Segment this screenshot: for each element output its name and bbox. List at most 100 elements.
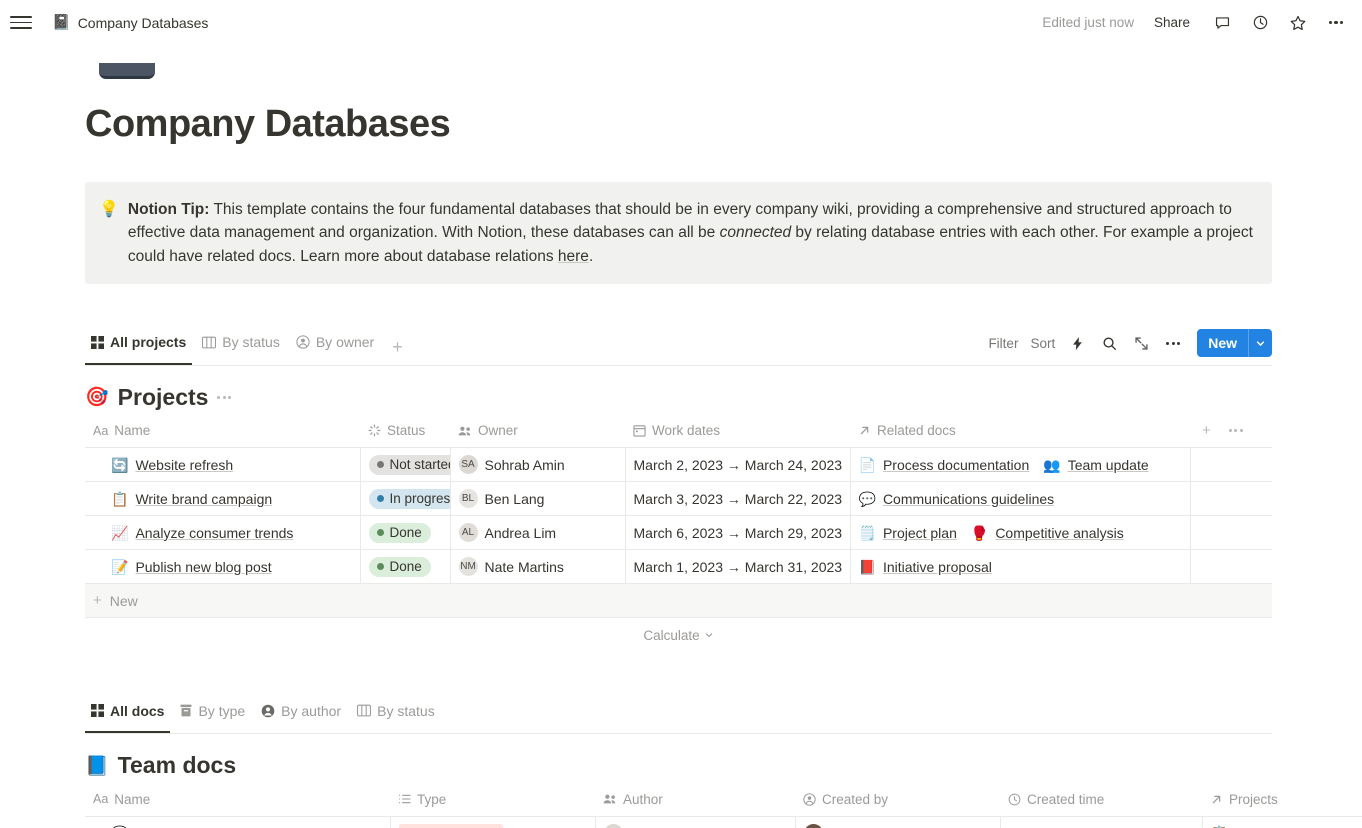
callout-link[interactable]: here — [558, 248, 589, 265]
tab-by-status[interactable]: By status — [196, 328, 286, 365]
share-button[interactable]: Share — [1148, 12, 1196, 33]
avatar: AL — [458, 523, 478, 543]
lightning-icon[interactable] — [1067, 333, 1087, 353]
add-column-icon[interactable]: + — [1202, 422, 1211, 439]
cell-work-dates[interactable]: March 6, 2023 → March 29, 2023 — [625, 515, 851, 551]
page-icon-container — [85, 45, 1362, 79]
column-header-work-dates[interactable]: Work dates — [625, 414, 850, 449]
new-button[interactable]: New — [1197, 329, 1272, 358]
tab-by-type[interactable]: By type — [174, 696, 251, 733]
projects-view-bar: All projects By status By owner + Filter… — [85, 328, 1272, 366]
docs-table-body: 💬 Communications guidelines Documentatio… — [85, 816, 1362, 828]
callout-lead: Notion Tip: — [127, 201, 210, 218]
cell-related-docs[interactable]: 🗒️ Project plan 🥊 Competitive analysis — [850, 515, 1191, 551]
row-icon: 📈 — [111, 524, 129, 541]
cell-author[interactable]: SA Sohrab Amin — [595, 816, 796, 828]
history-icon[interactable] — [1248, 11, 1272, 35]
tab-all-docs[interactable]: All docs — [85, 696, 170, 733]
projects-db-title[interactable]: 🎯 Projects — [85, 384, 1362, 411]
tab-by-author[interactable]: By author — [255, 696, 347, 733]
cell-work-dates[interactable]: March 1, 2023 → March 31, 2023 — [625, 549, 851, 585]
cell-related-docs[interactable]: 📄 Process documentation 👥 Team update — [850, 447, 1191, 483]
cell-work-dates[interactable]: March 3, 2023 → March 22, 2023 — [625, 481, 851, 517]
filter-button[interactable]: Filter — [988, 336, 1018, 351]
cell-related-docs[interactable]: 💬 Communications guidelines — [850, 481, 1191, 517]
docs-view-tabs: All docs By type By author By status — [85, 696, 441, 733]
column-header-status[interactable]: Status — [360, 414, 450, 449]
cell-projects[interactable]: 📋 Write brand campaign — [1202, 816, 1362, 828]
tab-by-owner[interactable]: By owner — [290, 328, 380, 365]
calculate-button[interactable]: Calculate — [643, 628, 713, 643]
cell-work-dates[interactable]: March 2, 2023 → March 24, 2023 — [625, 447, 851, 483]
search-icon[interactable] — [1099, 333, 1119, 353]
related-doc-link[interactable]: Project plan — [883, 525, 957, 541]
cell-name[interactable]: 🔄 Website refresh — [85, 447, 361, 483]
cell-name[interactable]: 📈 Analyze consumer trends — [85, 515, 361, 551]
column-header-name[interactable]: Aa Name — [85, 783, 390, 817]
cell-name[interactable]: 📋 Write brand campaign — [85, 481, 361, 517]
projects-calculate-row: Calculate — [85, 618, 1272, 652]
project-name-link[interactable]: Analyze consumer trends — [135, 525, 293, 541]
add-view-button[interactable]: + — [384, 337, 411, 365]
type-badge: Documentation — [398, 823, 504, 828]
column-header-projects[interactable]: Projects — [1202, 783, 1362, 817]
tab-label: By type — [198, 702, 246, 719]
projects-more-icon[interactable] — [217, 395, 232, 399]
cell-status[interactable]: Done — [360, 549, 451, 585]
column-header-created-time[interactable]: Created time — [1000, 783, 1202, 817]
project-name-link[interactable]: Write brand campaign — [135, 491, 272, 507]
cell-owner[interactable]: NM Nate Martins — [450, 549, 626, 585]
docs-db-title[interactable]: 📘 Team docs — [85, 752, 1362, 779]
cell-status[interactable]: Not started — [360, 447, 451, 483]
avatar: NM — [458, 557, 478, 577]
project-name-link[interactable]: Publish new blog post — [135, 559, 271, 575]
column-header-created-by[interactable]: Created by — [795, 783, 1000, 817]
star-icon[interactable] — [1286, 11, 1310, 35]
tab-by-status[interactable]: By status — [351, 696, 441, 733]
related-doc-link[interactable]: Communications guidelines — [883, 491, 1054, 507]
sort-button[interactable]: Sort — [1030, 336, 1055, 351]
table-more-icon[interactable] — [1228, 429, 1243, 432]
cell-name[interactable]: 💬 Communications guidelines — [85, 816, 391, 828]
cell-empty — [1190, 515, 1272, 551]
column-header-author[interactable]: Author — [595, 783, 795, 817]
comment-icon[interactable] — [1210, 11, 1234, 35]
doc-icon: 🗒️ — [858, 524, 876, 541]
table-row[interactable]: 📋 Write brand campaign In progress BL Be… — [85, 481, 1272, 517]
related-doc-link[interactable]: Team update — [1068, 457, 1149, 473]
related-doc-link[interactable]: Competitive analysis — [995, 525, 1123, 541]
column-header-name[interactable]: Aa Name — [85, 414, 360, 449]
column-header-owner[interactable]: Owner — [450, 414, 625, 449]
expand-icon[interactable] — [1131, 333, 1151, 353]
column-header-related-docs[interactable]: Related docs — [850, 414, 1190, 449]
cell-owner[interactable]: SA Sohrab Amin — [450, 447, 626, 483]
table-row[interactable]: 📝 Publish new blog post Done NM Nate Mar… — [85, 549, 1272, 585]
cell-status[interactable]: In progress — [360, 481, 451, 517]
cell-related-docs[interactable]: 📕 Initiative proposal — [850, 549, 1191, 585]
projects-new-row-button[interactable]: + New — [85, 584, 1272, 619]
chevron-down-icon[interactable] — [1248, 329, 1272, 358]
status-icon — [368, 424, 381, 437]
breadcrumb[interactable]: 📓 Company Databases — [46, 12, 214, 34]
page-emoji-icon[interactable] — [99, 63, 155, 79]
cell-name[interactable]: 📝 Publish new blog post — [85, 549, 361, 585]
cell-owner[interactable]: AL Andrea Lim — [450, 515, 626, 551]
related-doc-link[interactable]: Process documentation — [883, 457, 1029, 473]
table-row[interactable]: 💬 Communications guidelines Documentatio… — [85, 816, 1362, 828]
cell-status[interactable]: Done — [360, 515, 451, 551]
more-icon[interactable] — [1163, 333, 1183, 353]
more-icon[interactable] — [1324, 11, 1348, 35]
hamburger-icon[interactable] — [10, 12, 32, 34]
chevron-down-icon — [704, 628, 714, 643]
date-range: March 2, 2023 → March 24, 2023 — [633, 456, 843, 473]
tab-all-projects[interactable]: All projects — [85, 328, 192, 365]
related-doc-link[interactable]: Initiative proposal — [883, 559, 992, 575]
table-row[interactable]: 📈 Analyze consumer trends Done AL Andrea… — [85, 515, 1272, 551]
project-name-link[interactable]: Website refresh — [135, 457, 233, 473]
table-row[interactable]: 🔄 Website refresh Not started SA Sohrab … — [85, 447, 1272, 483]
status-badge: Done — [368, 556, 431, 577]
column-header-type[interactable]: Type — [390, 783, 595, 817]
projects-view-tabs: All projects By status By owner + — [85, 328, 411, 365]
cell-type[interactable]: Documentation — [390, 816, 596, 828]
cell-owner[interactable]: BL Ben Lang — [450, 481, 626, 517]
